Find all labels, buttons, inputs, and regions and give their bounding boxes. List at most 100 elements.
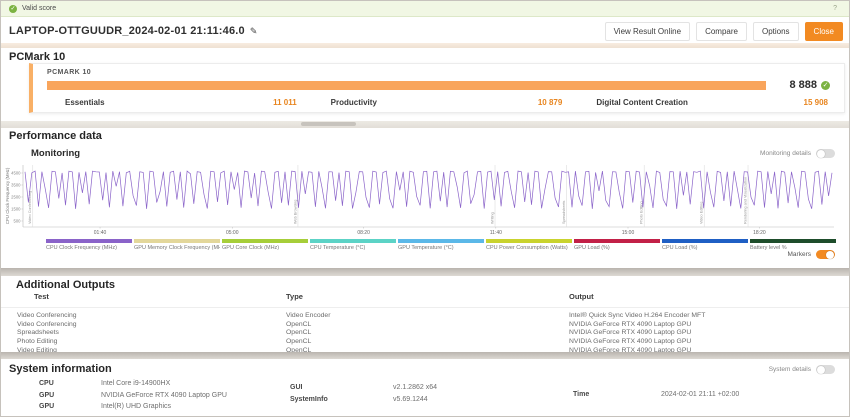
outputs-table: Test Type Output Video ConferencingVideo… bbox=[1, 292, 850, 355]
legend-item-1[interactable]: GPU Memory Clock Frequency (MHz) bbox=[134, 239, 220, 251]
table-row: Video ConferencingOpenCLNVIDIA GeForce R… bbox=[1, 320, 850, 329]
svg-text:CPU Clock Frequency (MHz): CPU Clock Frequency (MHz) bbox=[5, 167, 10, 224]
system-info-row: Time2024-02-01 21:11 +02:00 bbox=[573, 389, 739, 401]
valid-check-icon: ✓ bbox=[9, 5, 17, 13]
system-details-row: System details bbox=[769, 365, 835, 374]
system-info-row: CPUIntel Core i9-14900HX bbox=[39, 378, 227, 390]
svg-text:Rendering and Visualization: Rendering and Visualization bbox=[744, 177, 748, 224]
svg-text:Writing: Writing bbox=[491, 212, 495, 224]
pcmark-section-title: PCMark 10 bbox=[9, 51, 65, 63]
legend-item-2[interactable]: GPU Core Clock (MHz) bbox=[222, 239, 308, 251]
markers-label: Markers bbox=[788, 251, 811, 258]
valid-score-banner: ✓ Valid score ? bbox=[1, 1, 849, 17]
legend-swatch bbox=[662, 239, 748, 243]
pcmark-card-label: PCMARK 10 bbox=[47, 69, 832, 76]
legend-swatch bbox=[310, 239, 396, 243]
legend-label: CPU Load (%) bbox=[662, 245, 748, 251]
table-row: Video ConferencingVideo EncoderIntel® Qu… bbox=[1, 311, 850, 320]
legend-item-6[interactable]: GPU Load (%) bbox=[574, 239, 660, 251]
section-divider bbox=[1, 352, 849, 359]
system-details-label: System details bbox=[769, 366, 811, 373]
svg-text:2500: 2500 bbox=[11, 195, 21, 200]
monitoring-details-toggle[interactable] bbox=[816, 149, 835, 158]
svg-text:Spreadsheets: Spreadsheets bbox=[562, 200, 566, 224]
svg-text:4500: 4500 bbox=[11, 171, 21, 176]
system-info-row: GPUIntel(R) UHD Graphics bbox=[39, 401, 227, 413]
outputs-section-title: Additional Outputs bbox=[16, 279, 115, 291]
svg-text:3500: 3500 bbox=[11, 183, 21, 188]
monitoring-details-row: Monitoring details bbox=[760, 149, 835, 158]
section-divider bbox=[1, 43, 849, 48]
legend-item-0[interactable]: CPU Clock Frequency (MHz) bbox=[46, 239, 132, 251]
legend-item-5[interactable]: CPU Power Consumption (Watts) bbox=[486, 239, 572, 251]
system-info-row: GUIv2.1.2862 x64 bbox=[290, 382, 437, 394]
system-info-version-group: GUIv2.1.2862 x64SystemInfov5.69.1244 bbox=[290, 382, 437, 405]
svg-text:05:00: 05:00 bbox=[226, 230, 239, 236]
legend-label: GPU Memory Clock Frequency (MHz) bbox=[134, 245, 220, 251]
section-divider bbox=[1, 121, 849, 128]
system-info-cpu-gpu-group: CPUIntel Core i9-14900HXGPUNVIDIA GeForc… bbox=[39, 378, 227, 413]
system-info-row: GPUNVIDIA GeForce RTX 4090 Laptop GPU bbox=[39, 390, 227, 402]
system-info-row: SystemInfov5.69.1244 bbox=[290, 394, 437, 406]
options-button[interactable]: Options bbox=[753, 22, 799, 41]
valid-score-label: Valid score bbox=[22, 5, 56, 12]
legend-item-3[interactable]: CPU Temperature (°C) bbox=[310, 239, 396, 251]
result-header: LAPTOP-OTTGUUDR_2024-02-01 21:11:46.0 ✎ … bbox=[1, 19, 849, 43]
legend-item-4[interactable]: GPU Temperature (°C) bbox=[398, 239, 484, 251]
subscore-0: Essentials11 011 bbox=[65, 98, 297, 107]
chart-legend: CPU Clock Frequency (MHz)GPU Memory Cloc… bbox=[46, 239, 836, 251]
column-header-type: Type bbox=[286, 292, 569, 301]
table-row: Photo EditingOpenCLNVIDIA GeForce RTX 40… bbox=[1, 337, 850, 346]
system-details-toggle[interactable] bbox=[816, 365, 835, 374]
svg-text:11:40: 11:40 bbox=[490, 230, 502, 236]
view-result-online-button[interactable]: View Result Online bbox=[605, 22, 690, 41]
legend-item-7[interactable]: CPU Load (%) bbox=[662, 239, 748, 251]
svg-text:500: 500 bbox=[14, 219, 22, 224]
pcmark-score-card: PCMARK 10 8 888 ✓ Essentials11 011 Produc… bbox=[29, 63, 845, 113]
column-header-output: Output bbox=[569, 292, 850, 301]
legend-label: GPU Load (%) bbox=[574, 245, 660, 251]
help-icon[interactable]: ? bbox=[829, 4, 841, 13]
score-bar bbox=[47, 81, 766, 90]
subscore-2: Digital Content Creation15 908 bbox=[596, 98, 828, 107]
overall-score: 8 888 bbox=[789, 79, 817, 91]
legend-swatch bbox=[750, 239, 836, 243]
edit-title-icon[interactable]: ✎ bbox=[250, 26, 258, 37]
svg-text:Web Browsing: Web Browsing bbox=[293, 200, 297, 224]
legend-label: GPU Temperature (°C) bbox=[398, 245, 484, 251]
close-button[interactable]: Close bbox=[805, 22, 843, 41]
svg-text:1500: 1500 bbox=[11, 207, 21, 212]
legend-label: CPU Power Consumption (Watts) bbox=[486, 245, 572, 251]
system-section-title: System information bbox=[9, 363, 112, 375]
svg-text:15:00: 15:00 bbox=[622, 230, 635, 236]
header-buttons: View Result Online Compare Options Close bbox=[605, 22, 843, 41]
system-info-time-group: Time2024-02-01 21:11 +02:00 bbox=[573, 389, 739, 401]
column-header-test: Test bbox=[17, 292, 286, 301]
legend-swatch bbox=[486, 239, 572, 243]
legend-swatch bbox=[574, 239, 660, 243]
monitoring-chart-svg: 500 1500 2500 3500 4500CPU Clock Frequency (… bbox=[1, 159, 850, 238]
section-divider bbox=[1, 268, 849, 276]
legend-label: CPU Temperature (°C) bbox=[310, 245, 396, 251]
monitoring-title: Monitoring bbox=[31, 148, 80, 159]
monitoring-chart: 500 1500 2500 3500 4500CPU Clock Frequency (… bbox=[1, 159, 850, 238]
scrollbar-thumb[interactable] bbox=[301, 122, 356, 126]
outputs-table-header: Test Type Output bbox=[1, 292, 850, 308]
performance-section-title: Performance data bbox=[9, 130, 102, 142]
markers-row: Markers bbox=[788, 250, 835, 259]
compare-button[interactable]: Compare bbox=[696, 22, 747, 41]
legend-swatch bbox=[222, 239, 308, 243]
markers-toggle[interactable] bbox=[816, 250, 835, 259]
legend-swatch bbox=[134, 239, 220, 243]
result-title: LAPTOP-OTTGUUDR_2024-02-01 21:11:46.0 bbox=[9, 25, 245, 37]
subscore-1: Productivity10 879 bbox=[331, 98, 563, 107]
subscores: Essentials11 011 Productivity10 879 Digita… bbox=[47, 98, 832, 107]
table-row: SpreadsheetsOpenCLNVIDIA GeForce RTX 409… bbox=[1, 329, 850, 338]
legend-swatch bbox=[398, 239, 484, 243]
legend-label: CPU Clock Frequency (MHz) bbox=[46, 245, 132, 251]
svg-text:08:20: 08:20 bbox=[357, 230, 370, 236]
score-valid-icon: ✓ bbox=[821, 81, 830, 90]
monitoring-details-label: Monitoring details bbox=[760, 150, 811, 157]
legend-label: GPU Core Clock (MHz) bbox=[222, 245, 308, 251]
result-window: ✓ Valid score ? LAPTOP-OTTGUUDR_2024-02-… bbox=[0, 0, 850, 417]
